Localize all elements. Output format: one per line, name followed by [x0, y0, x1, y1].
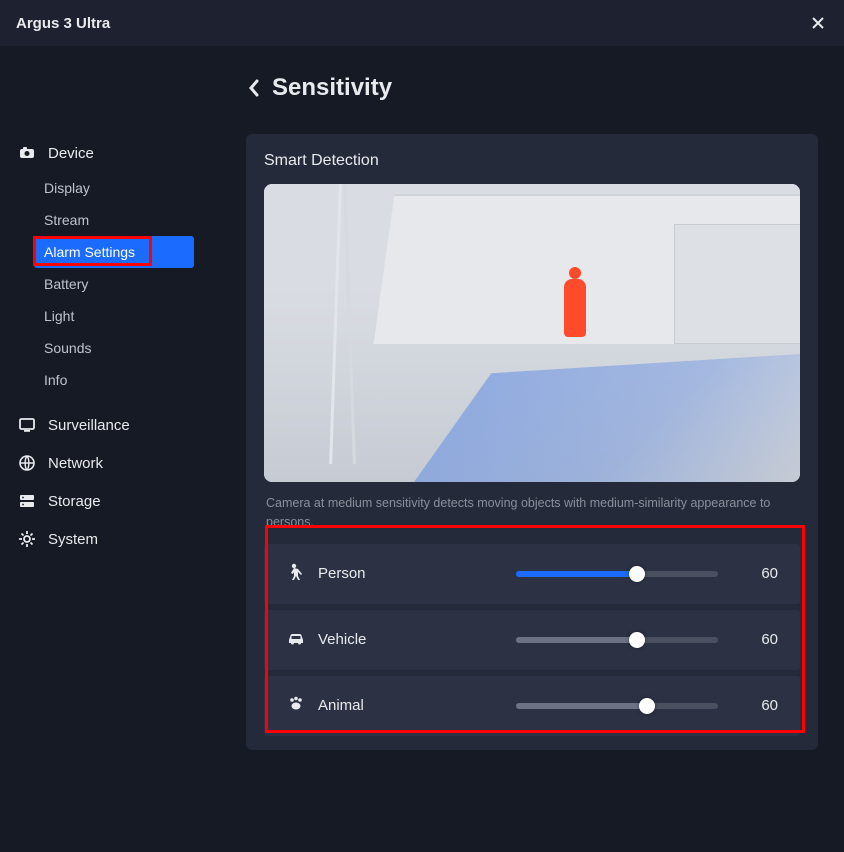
slider-label: Animal [286, 694, 486, 718]
sidebar-label: Network [48, 455, 103, 472]
panel-title: Smart Detection [264, 152, 800, 170]
globe-icon [18, 454, 36, 472]
window-title: Argus 3 Ultra [16, 15, 110, 32]
animal-icon [286, 694, 306, 718]
monitor-icon [18, 416, 36, 434]
back-button[interactable] [246, 77, 262, 99]
chevron-left-icon [246, 77, 262, 99]
slider-label: Vehicle [286, 628, 486, 652]
slider-label: Person [286, 562, 486, 586]
slider-value: 60 [748, 565, 778, 582]
sidebar-item-light[interactable]: Light [0, 300, 226, 332]
slider-value: 60 [748, 697, 778, 714]
close-icon [810, 15, 826, 31]
sidebar: Device Display Stream Alarm Settings Bat… [0, 46, 226, 852]
smart-detection-panel: Smart Detection Camera at medium sensiti… [246, 134, 818, 750]
sidebar-section-system[interactable]: System [0, 520, 226, 558]
sidebar-label: Surveillance [48, 417, 130, 434]
sidebar-item-sounds[interactable]: Sounds [0, 332, 226, 364]
slider-value: 60 [748, 631, 778, 648]
detection-preview [264, 184, 800, 482]
person-icon [286, 562, 306, 586]
page-title: Sensitivity [272, 74, 392, 102]
vehicle-icon [286, 628, 306, 652]
sidebar-section-network[interactable]: Network [0, 444, 226, 482]
camera-icon [18, 144, 36, 162]
sidebar-item-display[interactable]: Display [0, 172, 226, 204]
storage-icon [18, 492, 36, 510]
close-button[interactable] [808, 13, 828, 33]
slider-row-vehicle: Vehicle 60 [264, 610, 800, 670]
sidebar-section-surveillance[interactable]: Surveillance [0, 406, 226, 444]
sidebar-label: Storage [48, 493, 101, 510]
sidebar-item-alarm-settings[interactable]: Alarm Settings [34, 236, 194, 268]
title-bar: Argus 3 Ultra [0, 0, 844, 46]
sidebar-item-stream[interactable]: Stream [0, 204, 226, 236]
gear-icon [18, 530, 36, 548]
sidebar-section-storage[interactable]: Storage [0, 482, 226, 520]
sidebar-label: Device [48, 145, 94, 162]
sidebar-item-battery[interactable]: Battery [0, 268, 226, 300]
sensitivity-slider-vehicle[interactable] [516, 637, 718, 643]
sidebar-item-info[interactable]: Info [0, 364, 226, 396]
sensitivity-slider-person[interactable] [516, 571, 718, 577]
sidebar-section-device[interactable]: Device [0, 134, 226, 172]
sidebar-label: System [48, 531, 98, 548]
person-figure [564, 279, 586, 337]
slider-row-animal: Animal 60 [264, 676, 800, 736]
slider-row-person: Person 60 [264, 544, 800, 604]
main-content: Sensitivity Smart Detection Camera at me… [226, 46, 844, 852]
sensitivity-slider-animal[interactable] [516, 703, 718, 709]
page-header: Sensitivity [246, 74, 818, 102]
detection-caption: Camera at medium sensitivity detects mov… [266, 494, 798, 532]
